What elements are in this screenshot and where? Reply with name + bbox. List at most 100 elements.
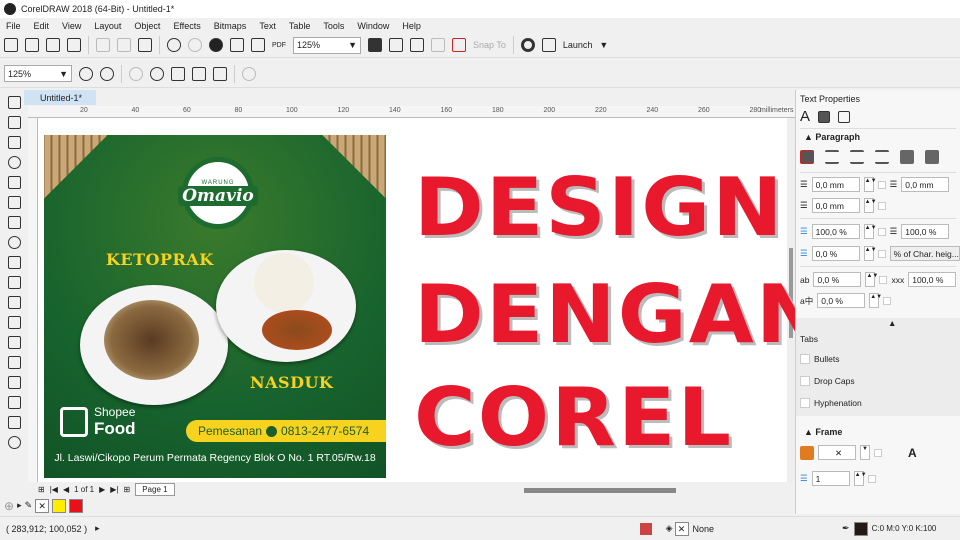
search-content-icon[interactable] (209, 38, 223, 52)
crop-tool-icon[interactable] (7, 136, 21, 149)
justify-icon[interactable] (900, 150, 914, 164)
headline-dengan[interactable]: DENGAN (414, 275, 828, 355)
zoom-width-icon[interactable] (192, 66, 206, 81)
menu-table[interactable]: Table (289, 21, 311, 31)
space-after-field[interactable]: 0,0 % (811, 246, 860, 261)
checkbox[interactable] (877, 201, 886, 210)
menu-effects[interactable]: Effects (173, 21, 200, 31)
swatch-red[interactable] (69, 498, 84, 513)
full-screen-icon[interactable] (368, 38, 382, 52)
poster-image[interactable]: WARUNG Omavio KETOPRAK NASDUK Shopee Food … (44, 135, 386, 478)
stepper[interactable]: ▲▼ (865, 272, 878, 287)
paragraph-tab-icon[interactable] (818, 110, 831, 123)
cut-icon[interactable] (96, 38, 110, 52)
checkbox[interactable] (874, 448, 882, 457)
align-left-icon[interactable] (825, 150, 839, 164)
menu-file[interactable]: File (6, 21, 21, 31)
export-icon[interactable] (251, 38, 265, 52)
stepper[interactable]: ▲▼ (853, 471, 867, 486)
vertical-ruler[interactable] (28, 118, 38, 482)
zoom-all-icon[interactable] (150, 66, 164, 81)
paragraph-section[interactable]: ▲ Paragraph (804, 132, 860, 142)
document-tab[interactable]: Untitled-1* (24, 90, 96, 105)
bullets-item[interactable]: Bullets (800, 354, 840, 364)
right-indent-field[interactable]: 0,0 mm (811, 198, 860, 213)
headline-design[interactable]: DESIGN (414, 168, 785, 248)
fill-none-swatch[interactable]: ✕ (674, 521, 689, 536)
vertical-align-icon[interactable]: A (908, 446, 917, 460)
ellipse-tool-icon[interactable] (7, 236, 21, 249)
line-spacing-field[interactable]: 100,0 % (901, 224, 950, 239)
menu-tools[interactable]: Tools (323, 21, 344, 31)
menu-layout[interactable]: Layout (94, 21, 121, 31)
snap-off-icon[interactable] (452, 38, 466, 52)
checkbox[interactable] (877, 180, 886, 189)
menu-view[interactable]: View (62, 21, 81, 31)
dropcaps-checkbox[interactable] (800, 376, 810, 386)
checkbox[interactable] (877, 227, 886, 236)
spacing-unit-select[interactable]: % of Char. heig... (889, 246, 960, 261)
text-tool-icon[interactable] (7, 276, 21, 289)
first-page-icon[interactable]: |◀ (50, 485, 58, 494)
frame-background-icon[interactable] (800, 445, 814, 460)
next-page-icon[interactable]: ▶ (99, 485, 105, 494)
stepper[interactable]: ▲▼ (863, 177, 877, 192)
stepper[interactable]: ▲▼ (869, 293, 882, 308)
headline-corel[interactable]: COREL (414, 378, 733, 458)
freehand-tool-icon[interactable] (7, 176, 21, 189)
add-page-end-icon[interactable]: ⊞ (124, 485, 131, 494)
polygon-tool-icon[interactable] (7, 256, 21, 269)
columns-field[interactable]: 1 (811, 471, 850, 486)
zoom-tool-icon[interactable] (7, 156, 21, 169)
rectangle-tool-icon[interactable] (7, 216, 21, 229)
hyphenation-item[interactable]: Hyphenation (800, 398, 862, 408)
checkbox[interactable] (867, 474, 876, 483)
zoom-height-icon[interactable] (213, 66, 227, 81)
paste-icon[interactable] (138, 38, 152, 52)
language-spacing-field[interactable]: 0,0 % (817, 293, 866, 308)
transparency-icon[interactable] (7, 356, 21, 369)
add-page-icon[interactable]: ⊞ (38, 485, 45, 494)
grid-icon[interactable] (410, 38, 424, 52)
import-icon[interactable] (230, 38, 244, 52)
outline-swatch[interactable] (853, 521, 868, 536)
zoom-page-icon[interactable] (171, 66, 185, 81)
print-icon[interactable] (67, 38, 81, 52)
zoom-selected-icon[interactable] (129, 66, 143, 81)
prev-page-icon[interactable]: ◀ (63, 485, 69, 494)
horizontal-scrollbar[interactable] (524, 488, 676, 493)
frame-section[interactable]: ▲ Frame (804, 427, 842, 437)
publish-pdf-button[interactable]: PDF (272, 42, 286, 49)
pen-icon[interactable]: ✒ (842, 523, 850, 534)
hyphenation-checkbox[interactable] (800, 398, 810, 408)
stepper[interactable]: ▲▼ (863, 198, 877, 213)
copy-icon[interactable] (117, 38, 131, 52)
add-palette-icon[interactable]: ⊕ (4, 499, 14, 513)
no-align-icon[interactable] (800, 150, 814, 164)
fill-icon[interactable]: ◈ (666, 523, 673, 534)
checkbox[interactable] (877, 249, 886, 258)
space-before-field[interactable]: 100,0 % (811, 224, 860, 239)
zoom-out-icon[interactable] (100, 66, 114, 81)
smart-fill-icon[interactable] (7, 416, 21, 429)
redo-icon[interactable] (188, 38, 202, 52)
page-tab[interactable]: Page 1 (135, 483, 175, 496)
add-tool-icon[interactable] (7, 436, 21, 449)
new-document-icon[interactable] (4, 38, 18, 52)
launch-button[interactable]: Launch (563, 40, 593, 50)
menu-object[interactable]: Object (134, 21, 160, 31)
force-justify-icon[interactable] (925, 150, 939, 164)
align-center-icon[interactable] (850, 150, 864, 164)
chevron-down-icon[interactable]: ▼ (860, 445, 870, 460)
first-line-indent-field[interactable]: 0,0 mm (811, 177, 860, 192)
connector-tool-icon[interactable] (7, 316, 21, 329)
save-icon[interactable] (46, 38, 60, 52)
menu-help[interactable]: Help (402, 21, 421, 31)
bullets-checkbox[interactable] (800, 354, 810, 364)
collapse-arrow-icon[interactable]: ▲ (888, 318, 896, 328)
undo-icon[interactable] (167, 38, 181, 52)
shape-tool-icon[interactable] (7, 116, 21, 129)
zoom-select[interactable]: 125% ▼ (4, 65, 72, 82)
rulers-icon[interactable] (389, 38, 403, 52)
no-color-swatch[interactable]: ✕ (35, 498, 50, 513)
